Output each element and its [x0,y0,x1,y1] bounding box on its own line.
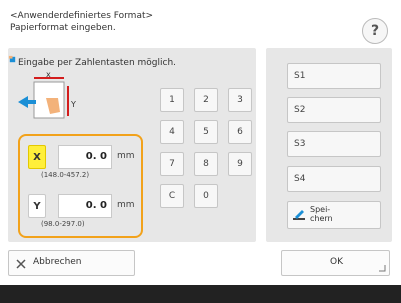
x-value-field[interactable]: 0. 0 [58,145,112,169]
hint-text: Eingabe per Zahlentasten möglich. [18,58,177,68]
keypad-key-8[interactable]: 8 [194,152,218,176]
y-dimension-label: Y [70,100,76,109]
close-icon [16,259,26,269]
save-label-line2: chern [310,214,333,223]
ok-label: OK [330,257,343,267]
preset-s1-button[interactable]: S1 [287,63,381,89]
screen-title: <Anwenderdefiniertes Format> [10,11,154,21]
pencil-icon [293,210,305,220]
paper-size-diagram: x Y [18,72,76,119]
x-unit: mm [117,151,135,161]
keypad-key-6[interactable]: 6 [228,120,252,144]
help-button[interactable]: ? [362,18,388,44]
x-dimension-label: x [46,72,51,79]
status-bar [0,285,401,303]
keypad-key-0[interactable]: 0 [194,184,218,208]
y-range: (98.0-297.0) [41,220,85,228]
corner-indicator-icon [379,265,386,272]
keypad-key-7[interactable]: 7 [160,152,184,176]
save-button[interactable]: Spei- chern [287,201,381,229]
x-range: (148.0-457.2) [41,171,90,179]
help-icon: ? [370,23,380,39]
preset-s2-button[interactable]: S2 [287,97,381,123]
save-label: Spei- chern [310,205,370,223]
preset-s4-button[interactable]: S4 [287,166,381,192]
keypad-key-clear[interactable]: C [160,184,184,208]
y-axis-button[interactable]: Y [28,194,46,218]
keypad-key-1[interactable]: 1 [160,88,184,112]
keypad-key-2[interactable]: 2 [194,88,218,112]
y-unit: mm [117,200,135,210]
y-value-field[interactable]: 0. 0 [58,194,112,218]
preset-s3-button[interactable]: S3 [287,131,381,157]
ok-button[interactable]: OK [281,250,390,276]
header: <Anwenderdefiniertes Format> Papierforma… [0,0,401,46]
hand-pointer-icon [8,55,16,63]
keypad-key-3[interactable]: 3 [228,88,252,112]
cancel-label: Abbrechen [33,257,82,267]
keypad-key-9[interactable]: 9 [228,152,252,176]
save-label-line1: Spei- [310,205,331,214]
x-axis-button[interactable]: X [28,145,46,169]
keypad-key-4[interactable]: 4 [160,120,184,144]
keypad-key-5[interactable]: 5 [194,120,218,144]
screen-subtitle: Papierformat eingeben. [10,23,116,33]
cancel-button[interactable]: Abbrechen [8,250,135,276]
